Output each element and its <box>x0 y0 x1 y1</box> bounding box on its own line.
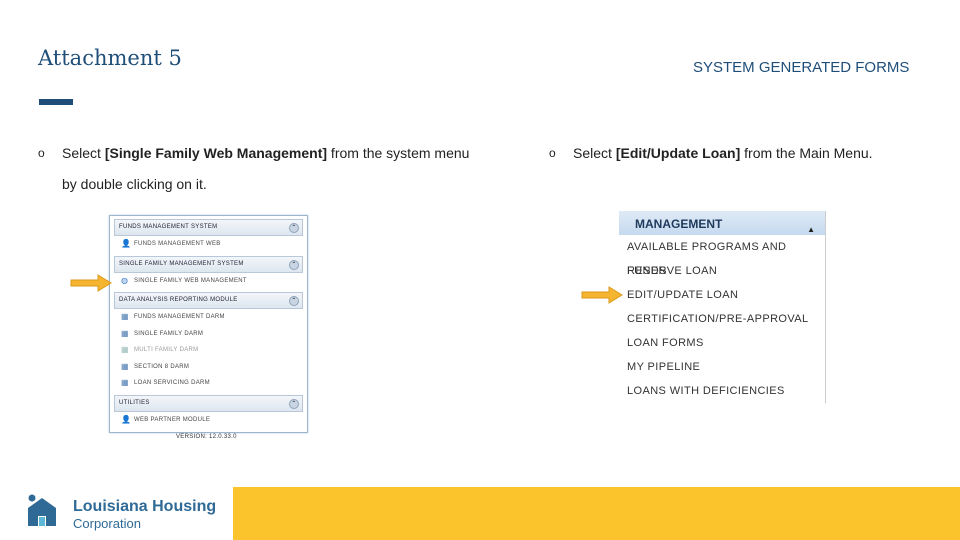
collapse-icon[interactable]: ⌃ <box>289 223 299 233</box>
globe-icon: ◍ <box>121 275 129 285</box>
instruction-bold: [Edit/Update Loan] <box>615 145 741 161</box>
pointer-arrow-icon <box>70 274 112 292</box>
person-icon: 👤 <box>121 414 132 424</box>
main-menu-item[interactable]: MY PIPELINE <box>619 355 825 379</box>
chart-icon: ▦ <box>121 361 129 371</box>
version-label: VERSION: 12.0.33.0 <box>176 434 237 440</box>
main-menu-item[interactable]: AVAILABLE PROGRAMS AND FUNDS <box>619 235 825 277</box>
menu-item-web-partner-module[interactable]: 👤 WEB PARTNER MODULE <box>114 412 303 429</box>
collapse-icon[interactable]: ⌃ <box>289 296 299 306</box>
collapse-icon[interactable]: ⌃ <box>289 259 299 270</box>
bullet-marker: o <box>38 146 45 160</box>
menu-item-loan-servicing-darm[interactable]: ▦ LOAN SERVICING DARM <box>114 375 303 392</box>
title-underline <box>39 99 73 105</box>
menu-item-single-family-web-management[interactable]: ◍ SINGLE FAMILY WEB MANAGEMENT <box>114 273 303 290</box>
slide-subtitle: SYSTEM GENERATED FORMS <box>693 59 910 76</box>
pointer-arrow-icon <box>581 286 623 304</box>
chart-icon: ▦ <box>121 345 129 354</box>
main-menu-item[interactable]: LOAN FORMS <box>619 331 825 355</box>
instruction-bold: [Single Family Web Management] <box>104 145 328 161</box>
menu-item-funds-management-web[interactable]: 👤 FUNDS MANAGEMENT WEB <box>114 236 303 253</box>
main-menu-item[interactable]: LOANS WITH DEFICIENCIES <box>619 379 825 403</box>
person-icon: 👤 <box>121 239 132 248</box>
menu-section-header[interactable]: DATA ANALYSIS REPORTING MODULE ⌃ <box>114 292 303 309</box>
instruction-prefix: Select <box>62 145 105 161</box>
menu-item-single-family-darm[interactable]: ▦ SINGLE FAMILY DARM <box>114 326 303 343</box>
bullet-marker: o <box>549 146 556 160</box>
main-menu-item-edit-update-loan[interactable]: EDIT/UPDATE LOAN <box>619 283 825 307</box>
main-menu-header[interactable]: MANAGEMENT ▲ <box>619 211 825 235</box>
collapse-icon[interactable]: ▲ <box>807 217 815 243</box>
main-menu-item[interactable]: RESERVE LOAN <box>619 259 825 283</box>
instruction-prefix: Select <box>573 145 616 161</box>
brand-logo-text: Louisiana Housing Corporation <box>73 498 217 531</box>
chart-icon: ▦ <box>121 378 129 387</box>
main-menu-item[interactable]: CERTIFICATION/PRE-APPROVAL <box>619 307 825 331</box>
house-logo-icon <box>28 494 56 526</box>
slide-title: Attachment 5 <box>38 46 182 70</box>
chart-icon: ▦ <box>121 328 129 338</box>
menu-item-multi-family-darm[interactable]: ▦ MULTI FAMILY DARM <box>114 342 303 359</box>
instruction-left: o Select [Single Family Web Management] … <box>38 138 472 200</box>
menu-item-section-8-darm[interactable]: ▦ SECTION 8 DARM <box>114 359 303 376</box>
menu-section-header[interactable]: FUNDS MANAGEMENT SYSTEM ⌃ <box>114 219 303 236</box>
menu-section-header[interactable]: UTILITIES ⌃ <box>114 394 303 412</box>
instruction-suffix: from the Main Menu. <box>740 145 873 161</box>
instruction-right: o Select [Edit/Update Loan] from the Mai… <box>549 138 953 169</box>
chart-icon: ▦ <box>121 312 129 321</box>
menu-section-header[interactable]: SINGLE FAMILY MANAGEMENT SYSTEM ⌃ <box>114 255 303 273</box>
system-menu-panel: FUNDS MANAGEMENT SYSTEM ⌃ 👤 FUNDS MANAGEME… <box>109 215 308 433</box>
footer-accent-bar <box>233 487 960 540</box>
main-menu-panel: MANAGEMENT ▲ AVAILABLE PROGRAMS AND FUNDS… <box>619 211 826 403</box>
menu-item-funds-management-darm[interactable]: ▦ FUNDS MANAGEMENT DARM <box>114 309 303 326</box>
collapse-icon[interactable]: ⌃ <box>289 398 299 409</box>
